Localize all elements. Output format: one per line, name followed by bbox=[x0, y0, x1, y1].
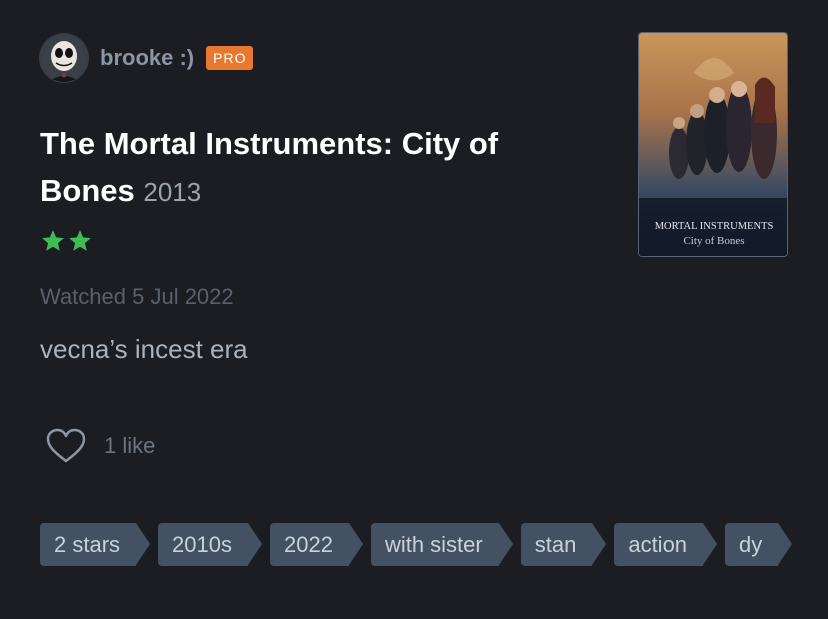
like-count[interactable]: 1 like bbox=[104, 433, 155, 459]
star-rating bbox=[40, 228, 93, 254]
tags-fade-overlay bbox=[788, 523, 828, 566]
like-row: 1 like bbox=[46, 428, 155, 464]
review-text: vecna’s incest era bbox=[40, 334, 248, 364]
avatar[interactable] bbox=[40, 34, 88, 82]
username[interactable]: brooke :) bbox=[100, 45, 194, 71]
film-poster[interactable]: MORTAL INSTRUMENTS City of Bones bbox=[638, 32, 788, 257]
film-title-block: The Mortal Instruments: City of Bones 20… bbox=[40, 120, 600, 216]
pro-badge: PRO bbox=[206, 46, 254, 70]
review-header: brooke :) PRO bbox=[40, 34, 254, 82]
tag-item[interactable]: action bbox=[614, 523, 717, 566]
watched-date: Watched 5 Jul 2022 bbox=[40, 284, 234, 309]
film-title[interactable]: The Mortal Instruments: City of Bones bbox=[40, 126, 498, 208]
tag-item[interactable]: 2022 bbox=[269, 523, 363, 566]
tag-item[interactable]: dy bbox=[725, 523, 793, 566]
tag-list: 2 stars 2010s 2022 with sister stan acti… bbox=[40, 523, 828, 566]
tag-item[interactable]: stan bbox=[520, 523, 606, 566]
tag-item[interactable]: with sister bbox=[370, 523, 513, 566]
poster-title-text: MORTAL INSTRUMENTS bbox=[655, 221, 774, 232]
tag-item[interactable]: 2 stars bbox=[40, 523, 151, 566]
film-year[interactable]: 2013 bbox=[143, 177, 201, 207]
star-icon bbox=[42, 230, 64, 251]
tag-item[interactable]: 2010s bbox=[158, 523, 262, 566]
poster-subtitle-text: City of Bones bbox=[683, 235, 744, 247]
heart-icon[interactable] bbox=[46, 428, 86, 464]
star-icon bbox=[69, 230, 91, 251]
